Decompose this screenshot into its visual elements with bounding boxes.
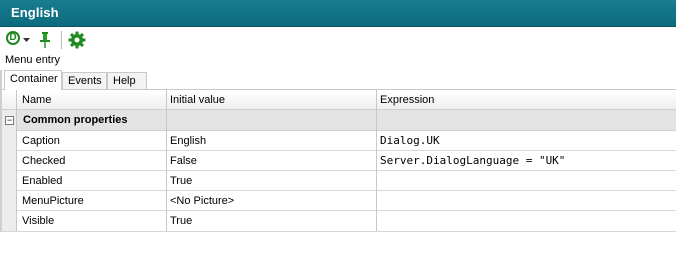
tab-container[interactable]: Container <box>4 70 62 90</box>
column-divider[interactable] <box>376 90 377 231</box>
property-row[interactable]: Checked False Server.DialogLanguage = "U… <box>16 151 676 171</box>
property-name: MenuPicture <box>22 195 84 207</box>
title-bar: English <box>0 0 676 27</box>
property-value[interactable]: True <box>170 215 192 227</box>
property-value[interactable]: True <box>170 175 192 187</box>
property-row[interactable]: Caption English Dialog.UK <box>16 131 676 151</box>
property-value[interactable]: <No Picture> <box>170 195 234 207</box>
property-row[interactable]: Visible True <box>16 211 676 231</box>
property-expression[interactable]: Server.DialogLanguage = "UK" <box>380 154 565 167</box>
tab-label: Container <box>10 73 58 85</box>
tab-help[interactable]: Help <box>107 72 147 89</box>
grid-empty-area <box>0 231 676 255</box>
column-header-initial-value[interactable]: Initial value <box>170 94 225 106</box>
group-row[interactable]: Common properties <box>16 110 676 131</box>
window-title: English <box>11 5 59 20</box>
property-row[interactable]: Enabled True <box>16 171 676 191</box>
column-header-name[interactable]: Name <box>22 94 51 106</box>
property-value[interactable]: False <box>170 155 197 167</box>
section-label: Menu entry <box>5 54 61 66</box>
dialog-button[interactable]: D <box>6 31 20 45</box>
column-header-expression[interactable]: Expression <box>380 94 434 106</box>
property-row[interactable]: MenuPicture <No Picture> <box>16 191 676 211</box>
toolbar: D <box>0 28 676 52</box>
property-grid: Name Initial value Expression Common pro… <box>2 90 676 231</box>
property-expression[interactable]: Dialog.UK <box>380 134 440 147</box>
grid-header: Name Initial value Expression <box>2 90 676 110</box>
pin-icon[interactable] <box>37 31 53 49</box>
property-name: Checked <box>22 155 66 167</box>
column-divider[interactable] <box>166 90 167 231</box>
property-name: Visible <box>22 215 55 227</box>
tab-strip: Container Events Help <box>2 70 676 90</box>
tab-label: Help <box>113 75 136 87</box>
gear-icon[interactable] <box>67 30 87 50</box>
toolbar-separator <box>61 31 62 49</box>
property-value[interactable]: English <box>170 135 206 147</box>
collapse-toggle-icon[interactable]: − <box>5 116 14 125</box>
grid-divider <box>16 90 17 231</box>
tab-events[interactable]: Events <box>62 72 107 89</box>
group-label: Common properties <box>23 114 128 126</box>
property-name: Enabled <box>22 175 63 187</box>
property-name: Caption <box>22 135 60 147</box>
dialog-badge-icon: D <box>6 31 20 45</box>
row-header-column <box>2 110 16 231</box>
chevron-down-icon[interactable] <box>23 37 30 43</box>
tab-label: Events <box>68 75 102 87</box>
